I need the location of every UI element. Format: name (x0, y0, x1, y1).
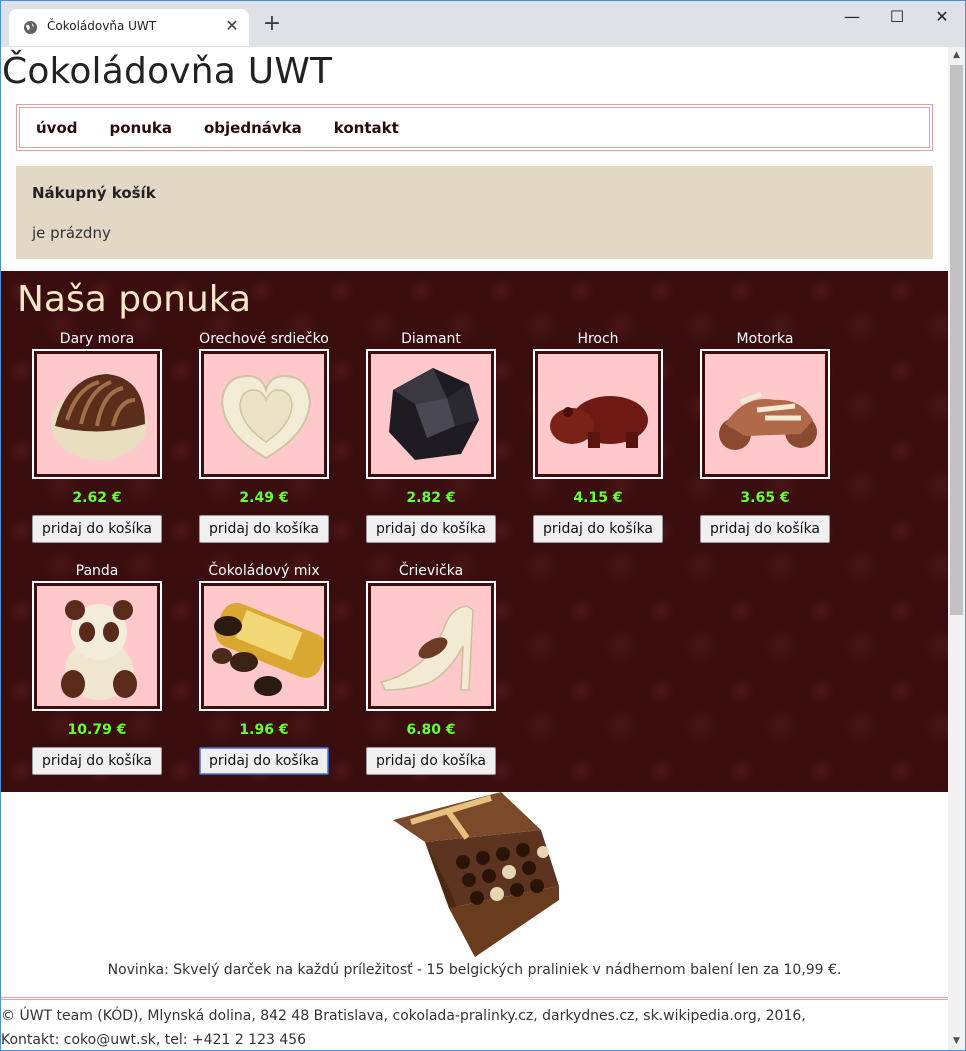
product-price: 10.79 € (67, 722, 127, 738)
product-image-frame (700, 349, 830, 479)
product-image-frame (533, 349, 663, 479)
product-image (36, 353, 158, 475)
product-image (370, 353, 492, 475)
chocolate-mix-icon (212, 602, 324, 696)
product-name: Diamant (401, 331, 461, 347)
add-to-cart-button[interactable]: pridaj do košíka (700, 515, 830, 543)
product-card: Čokoládový mix 1.96 € pridaj do košíka (189, 561, 339, 775)
product-card: Dary mora 2.62 € pridaj do košíka (22, 329, 172, 543)
product-image (203, 585, 325, 707)
tab-title: Čokoládovňa UWT (47, 19, 157, 33)
product-image-frame (32, 581, 162, 711)
praline-box-icon (393, 792, 559, 957)
add-to-cart-button[interactable]: pridaj do košíka (366, 515, 496, 543)
heart-chocolate-icon (220, 374, 312, 460)
add-to-cart-button[interactable]: pridaj do košíka (32, 747, 162, 775)
maximize-button[interactable]: ☐ (882, 7, 912, 27)
product-name: Motorka (736, 331, 794, 347)
product-price: 2.62 € (72, 490, 122, 506)
hippo-chocolate-icon (550, 396, 648, 448)
browser-titlebar: Čokoládovňa UWT ✕ + — ☐ ✕ (1, 1, 965, 46)
footer-contact: Kontakt: coko@uwt.sk, tel: +421 2 123 45… (1, 1032, 307, 1048)
minimize-button[interactable]: — (837, 7, 867, 27)
product-card: Motorka 3.65 € pridaj do košíka (690, 329, 840, 543)
cart-title: Nákupný košík (32, 184, 156, 202)
footer-credits: © ÚWT team (KÓD), Mlynská dolina, 842 48… (1, 1008, 806, 1024)
product-price: 2.49 € (239, 490, 289, 506)
product-name: Orechové srdiečko (199, 331, 329, 347)
add-to-cart-button[interactable]: pridaj do košíka (32, 515, 162, 543)
vertical-scrollbar[interactable]: ▲ ▼ (948, 47, 965, 1050)
product-price: 3.65 € (740, 490, 790, 506)
product-card: Črievička 6.80 € pridaj do košíka (356, 561, 506, 775)
product-name: Čokoládový mix (208, 563, 320, 579)
shoe-chocolate-icon (379, 605, 474, 691)
offer-title: Naša ponuka (17, 279, 252, 320)
add-to-cart-button[interactable]: pridaj do košíka (199, 747, 329, 775)
product-name: Panda (75, 563, 119, 579)
globe-icon (23, 20, 38, 35)
product-price: 4.15 € (573, 490, 623, 506)
new-tab-button[interactable]: + (261, 13, 283, 35)
product-image-frame (366, 581, 496, 711)
product-name: Hroch (577, 331, 619, 347)
product-price: 6.80 € (406, 722, 456, 738)
product-card: Hroch 4.15 € pridaj do košíka (523, 329, 673, 543)
nav-item-objednavka[interactable]: objednávka (204, 119, 302, 137)
product-image (537, 353, 659, 475)
offer-section: Naša ponuka Dary mora 2.62 € pridaj do k… (1, 271, 948, 792)
nav-item-kontakt[interactable]: kontakt (334, 119, 399, 137)
promo-text: Novinka: Skvelý darček na každú príležit… (107, 962, 842, 978)
promo-section: Novinka: Skvelý darček na každú príležit… (1, 792, 948, 997)
motorbike-chocolate-icon (719, 391, 817, 450)
product-name: Dary mora (59, 331, 135, 347)
panda-chocolate-icon (61, 600, 137, 700)
nav-item-uvod[interactable]: úvod (36, 119, 78, 137)
add-to-cart-button[interactable]: pridaj do košíka (199, 515, 329, 543)
main-nav: úvod ponuka objednávka kontakt (16, 104, 933, 151)
diamond-chocolate-icon (389, 368, 479, 460)
product-image-frame (366, 349, 496, 479)
product-image-frame (32, 349, 162, 479)
product-price: 2.82 € (406, 490, 456, 506)
product-card: Panda 10.79 € pridaj do košíka (22, 561, 172, 775)
product-card: Diamant 2.82 € pridaj do košíka (356, 329, 506, 543)
product-image-frame (199, 581, 329, 711)
main-nav-inner: úvod ponuka objednávka kontakt (19, 107, 930, 148)
site-title: Čokoládovňa UWT (2, 51, 333, 92)
cart-status: je prázdny (32, 224, 111, 242)
product-image (370, 585, 492, 707)
scroll-up-icon[interactable]: ▲ (948, 47, 965, 64)
product-name: Črievička (398, 563, 464, 579)
scroll-thumb[interactable] (950, 65, 963, 615)
browser-tab[interactable]: Čokoládovňa UWT ✕ (9, 9, 249, 46)
product-image (36, 585, 158, 707)
add-to-cart-button[interactable]: pridaj do košíka (533, 515, 663, 543)
product-price: 1.96 € (239, 722, 289, 738)
nav-item-ponuka[interactable]: ponuka (110, 119, 173, 137)
shopping-cart: Nákupný košík je prázdny (16, 166, 933, 259)
seashell-chocolate-icon (51, 374, 147, 460)
scroll-down-icon[interactable]: ▼ (948, 1033, 965, 1050)
close-tab-icon[interactable]: ✕ (223, 17, 241, 35)
product-image (203, 353, 325, 475)
close-window-button[interactable]: ✕ (927, 7, 957, 27)
add-to-cart-button[interactable]: pridaj do košíka (366, 747, 496, 775)
product-image-frame (199, 349, 329, 479)
product-card: Orechové srdiečko 2.49 € pridaj do košík… (189, 329, 339, 543)
page-footer: © ÚWT team (KÓD), Mlynská dolina, 842 48… (1, 997, 948, 1050)
page-viewport: Čokoládovňa UWT úvod ponuka objednávka k… (1, 47, 948, 1050)
product-image (704, 353, 826, 475)
